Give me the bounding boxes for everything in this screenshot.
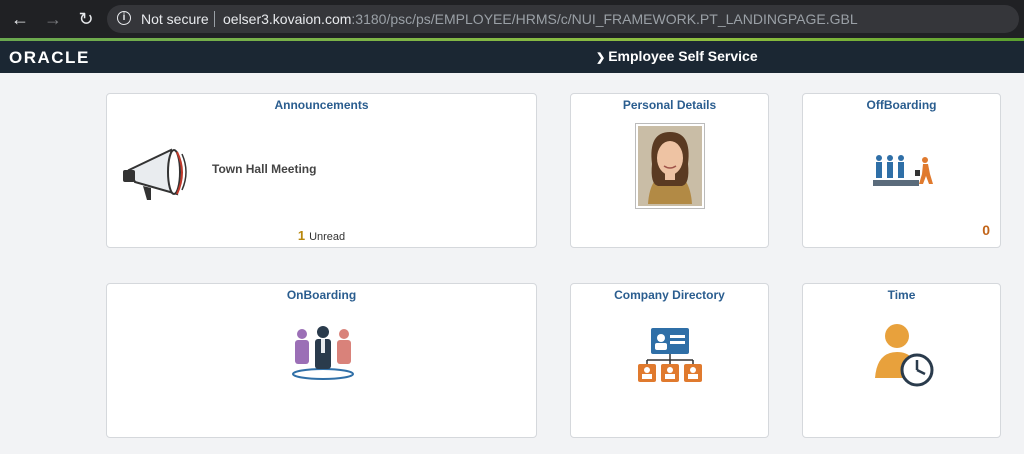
megaphone-icon (123, 148, 187, 200)
chevron-down-icon: ❯ (596, 52, 606, 64)
app-header: ORACLE ❯ Employee Self Service (0, 41, 1024, 73)
tile-title: OffBoarding (866, 98, 937, 112)
oracle-logo: ORACLE (9, 48, 90, 67)
tile-title: Personal Details (622, 98, 717, 112)
url-path: :3180/psc/ps/EMPLOYEE/HRMS/c/NUI_FRAMEWO… (351, 11, 858, 27)
tile-time[interactable]: Time (802, 283, 1001, 438)
info-icon[interactable]: i (117, 11, 131, 25)
onboarding-team-icon (292, 326, 354, 380)
separator (214, 11, 215, 27)
back-arrow-icon[interactable]: ← (8, 7, 32, 31)
tile-offboarding[interactable]: OffBoarding 0 (802, 93, 1001, 248)
tile-title: OnBoarding (286, 288, 357, 302)
tile-title: Time (887, 288, 916, 302)
tile-announcements[interactable]: Announcements Town Hall Meeting 1 Unread (106, 93, 537, 248)
profile-photo (635, 123, 705, 209)
homepage-title: Employee Self Service (608, 48, 758, 64)
tile-personal-details[interactable]: Personal Details (570, 93, 769, 248)
announcement-item[interactable]: Town Hall Meeting (212, 162, 316, 176)
reload-icon[interactable]: ↻ (74, 7, 98, 31)
url-text[interactable]: oelser3.kovaion.com:3180/psc/ps/EMPLOYEE… (223, 11, 858, 27)
offboarding-icon (873, 155, 933, 186)
person-portrait-icon (638, 126, 702, 206)
tile-title: Announcements (274, 98, 369, 112)
unread-count: 1 (297, 228, 306, 243)
url-host: oelser3.kovaion.com (223, 11, 352, 27)
unread-indicator: 1 Unread (107, 228, 536, 243)
browser-toolbar: ← → ↻ i Not secure oelser3.kovaion.com:3… (0, 0, 1024, 38)
security-label[interactable]: Not secure (141, 11, 209, 27)
org-chart-icon (638, 328, 702, 382)
unread-label: Unread (309, 231, 346, 243)
tile-onboarding[interactable]: OnBoarding (106, 283, 537, 438)
offboarding-count: 0 (982, 222, 990, 238)
tile-company-directory[interactable]: Company Directory (570, 283, 769, 438)
address-bar[interactable]: i Not secure oelser3.kovaion.com:3180/ps… (107, 5, 1019, 33)
tile-title: Company Directory (614, 288, 725, 302)
homepage-selector[interactable]: ❯ Employee Self Service (596, 48, 758, 64)
person-clock-icon (875, 324, 934, 387)
forward-arrow-icon[interactable]: → (41, 7, 65, 31)
